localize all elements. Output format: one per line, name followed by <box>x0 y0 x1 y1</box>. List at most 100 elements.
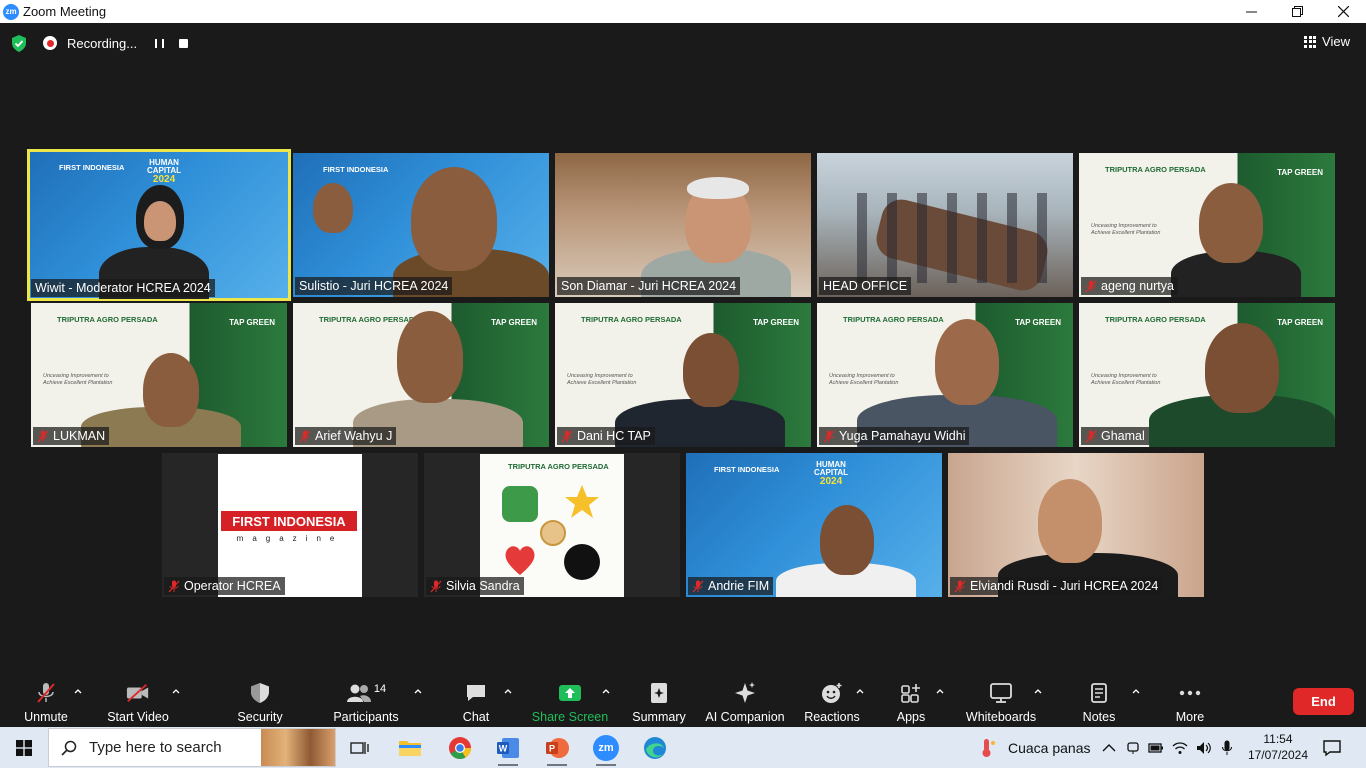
chevron-up-icon[interactable] <box>504 687 512 695</box>
taskbar-clock[interactable]: 11:54 17/07/2024 <box>1248 731 1308 763</box>
participant-name-label: Wiwit - Moderator HCREA 2024 <box>31 279 215 297</box>
weather-widget[interactable]: Cuaca panas <box>978 727 1091 768</box>
recording-label: Recording... <box>67 35 138 51</box>
participant-name-label: Sulistio - Juri HCREA 2024 <box>295 277 453 295</box>
more-button[interactable]: More <box>1172 677 1208 727</box>
reactions-button[interactable]: Reactions <box>804 677 860 727</box>
chevron-up-icon[interactable] <box>936 687 944 695</box>
participant-face <box>143 353 199 427</box>
encryption-shield-icon[interactable] <box>11 35 27 52</box>
sparkle-icon <box>735 682 755 703</box>
heart-mascot-icon <box>502 542 538 578</box>
zoom-app-icon[interactable]: zm <box>584 730 628 766</box>
background-brand: TRIPUTRA AGRO PERSADA <box>1105 165 1206 174</box>
recording-indicator: Recording... <box>43 32 189 54</box>
close-icon[interactable] <box>1320 0 1366 23</box>
mic-muted-icon <box>823 430 835 442</box>
volume-icon[interactable] <box>1196 741 1212 755</box>
chevron-up-icon[interactable] <box>1034 687 1042 695</box>
file-explorer-icon[interactable] <box>388 730 432 766</box>
video-tile[interactable]: TRIPUTRA AGRO PERSADA TAP GREEN Unceasin… <box>1079 303 1335 447</box>
word-icon[interactable]: W <box>486 730 530 766</box>
badge-icon <box>540 520 566 546</box>
background-tap-green: TAP GREEN <box>1015 318 1061 327</box>
meet-now-icon[interactable] <box>1126 740 1140 756</box>
chat-button[interactable]: Chat <box>458 677 494 727</box>
chevron-up-icon[interactable] <box>856 687 864 695</box>
chevron-up-icon[interactable] <box>1102 743 1116 753</box>
video-tile[interactable]: Elviandi Rusdi - Juri HCREA 2024 <box>948 453 1204 597</box>
background-tagline: Unceasing Improvement to Achieve Excelle… <box>43 373 113 387</box>
video-tile[interactable]: TRIPUTRA AGRO PERSADA TAP GREEN Unceasin… <box>31 303 287 447</box>
participant-name-label: Operator HCREA <box>164 577 285 595</box>
chevron-up-icon[interactable] <box>414 687 422 695</box>
share-screen-button[interactable]: Share Screen <box>532 677 608 727</box>
zoom-logo-icon: zm <box>3 3 19 20</box>
unmute-button[interactable]: Unmute <box>22 677 70 727</box>
background-tagline: Unceasing Improvement to Achieve Excelle… <box>1091 373 1161 387</box>
notes-button[interactable]: Notes <box>1080 677 1118 727</box>
svg-text:W: W <box>499 744 508 754</box>
search-placeholder: Type here to search <box>89 739 222 756</box>
restore-icon[interactable] <box>1274 0 1320 23</box>
video-tile[interactable]: FIRST INDONESIA Sulistio - Juri HCREA 20… <box>293 153 549 297</box>
wifi-icon[interactable] <box>1172 741 1188 755</box>
mic-muted-icon <box>37 430 49 442</box>
background-brand: FIRST INDONESIA <box>323 165 389 174</box>
background-tagline: Unceasing Improvement to Achieve Excelle… <box>567 373 637 387</box>
stop-recording-icon[interactable] <box>179 38 189 48</box>
taskbar-search-box[interactable]: Type here to search <box>48 728 336 767</box>
pause-recording-icon[interactable] <box>155 38 165 48</box>
apps-button[interactable]: Apps <box>894 677 928 727</box>
chevron-up-icon[interactable] <box>602 687 610 695</box>
ai-companion-button[interactable]: AI Companion <box>704 677 786 727</box>
edge-icon[interactable] <box>633 730 677 766</box>
background-tap-green: TAP GREEN <box>229 318 275 327</box>
participant-count: 14 <box>373 683 387 695</box>
video-tile[interactable]: Son Diamar - Juri HCREA 2024 <box>555 153 811 297</box>
clock-time: 11:54 <box>1263 732 1293 746</box>
background-brand: TRIPUTRA AGRO PERSADA <box>581 315 682 324</box>
windows-logo-icon <box>16 739 32 756</box>
microphone-tray-icon[interactable] <box>1222 740 1232 756</box>
search-highlight-image <box>261 729 335 766</box>
background-tap-green: TAP GREEN <box>1277 318 1323 327</box>
task-view-icon[interactable] <box>338 730 382 766</box>
view-button[interactable]: View <box>1304 34 1350 49</box>
video-tile[interactable]: TRIPUTRA AGRO PERSADA TAP GREEN Unceasin… <box>1079 153 1335 297</box>
participant-name-label: LUKMAN <box>33 427 110 445</box>
mic-muted-icon <box>168 580 180 592</box>
participant-name-label: Andrie FIM <box>688 577 774 595</box>
notification-center-icon[interactable] <box>1322 727 1342 768</box>
windows-start-button[interactable] <box>0 727 48 768</box>
mic-muted-icon <box>430 580 442 592</box>
security-button[interactable]: Security <box>236 677 284 727</box>
chevron-up-icon[interactable] <box>172 687 180 695</box>
summary-button[interactable]: Summary <box>630 677 688 727</box>
participants-button[interactable]: 14 Participants <box>330 677 402 727</box>
whiteboards-button[interactable]: Whiteboards <box>964 677 1038 727</box>
start-video-button[interactable]: Start Video <box>106 677 170 727</box>
video-tile[interactable]: FIRST INDONESIA HUMAN CAPITAL 2024 Wiwit -… <box>27 149 291 301</box>
minimize-icon[interactable] <box>1228 0 1274 23</box>
video-tile[interactable]: TRIPUTRA AGRO PERSADA TAP GREEN Unceasin… <box>817 303 1073 447</box>
participant-name-label: Yuga Pamahayu Widhi <box>819 427 970 445</box>
meeting-topbar: Recording... View <box>0 23 1366 63</box>
chevron-up-icon[interactable] <box>1132 687 1140 695</box>
battery-icon[interactable] <box>1148 742 1164 754</box>
participant-face <box>683 333 739 407</box>
mic-muted-icon <box>1085 280 1097 292</box>
video-tile[interactable]: TRIPUTRA AGRO PERSADA TAP GREEN Unceasin… <box>555 303 811 447</box>
end-meeting-button[interactable]: End <box>1293 688 1354 715</box>
windows-taskbar: Type here to search W P zm Cuaca panas 1… <box>0 727 1366 768</box>
video-tile[interactable]: TRIPUTRA AGRO PERSADA TAP GREEN Arief Wa… <box>293 303 549 447</box>
background-brand: FIRST INDONESIA <box>59 163 125 172</box>
chrome-icon[interactable] <box>438 730 482 766</box>
mic-muted-icon <box>561 430 573 442</box>
video-tile[interactable]: HEAD OFFICE <box>817 153 1073 297</box>
video-tile[interactable]: FIRST INDONESIA HUMAN CAPITAL 2024 Andrie … <box>686 453 942 597</box>
apps-icon <box>901 684 920 703</box>
chevron-up-icon[interactable] <box>74 687 82 695</box>
powerpoint-icon[interactable]: P <box>535 730 579 766</box>
participant-face <box>1038 479 1102 563</box>
